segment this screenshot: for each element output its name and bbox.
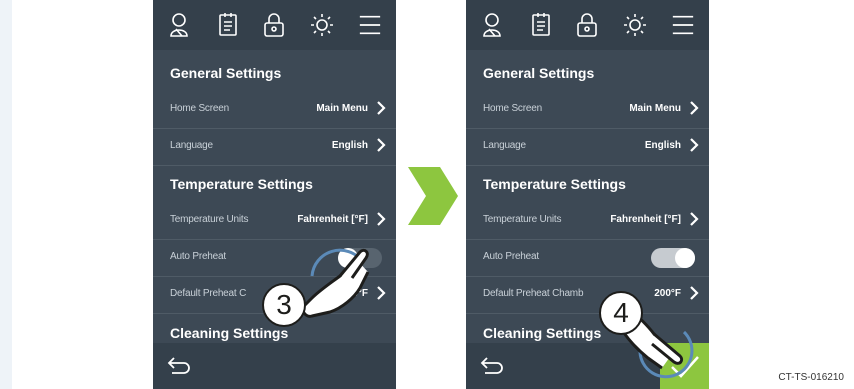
language-label: Language [170,140,213,151]
chef-icon[interactable] [167,12,191,38]
chevron-right-icon [690,101,699,115]
menu-icon[interactable] [358,12,384,38]
recipe-book-icon[interactable] [216,12,240,38]
lock-icon[interactable] [262,12,286,38]
general-settings-heading: General Settings [170,65,282,81]
language-row[interactable]: Language English [153,128,396,166]
toggle-knob [675,248,695,268]
home-screen-value: Main Menu [629,103,681,114]
language-row[interactable]: Language English [466,128,709,166]
chevron-right-icon [377,212,386,226]
auto-preheat-toggle[interactable] [651,248,695,268]
language-value: English [331,140,368,151]
brightness-icon[interactable] [310,12,334,38]
temperature-units-row[interactable]: Temperature Units Fahrenheit [°F] [153,202,396,240]
chef-icon[interactable] [480,12,504,38]
double-chevron-arrow-icon [408,167,458,225]
step-number-badge: 3 [262,283,306,327]
menu-icon[interactable] [671,12,697,38]
temperature-units-label: Temperature Units [483,214,562,225]
back-icon[interactable] [479,355,505,377]
temperature-units-value: Fahrenheit [°F] [610,214,681,225]
lock-icon[interactable] [575,12,599,38]
home-screen-label: Home Screen [483,103,542,114]
left-margin-strip [0,0,12,389]
brightness-icon[interactable] [623,12,647,38]
cleaning-settings-heading: Cleaning Settings [483,325,602,341]
home-screen-row[interactable]: Home Screen Main Menu [153,91,396,129]
recipe-book-icon[interactable] [529,12,553,38]
default-preheat-label: Default Preheat Chamb [483,288,584,299]
temperature-settings-heading: Temperature Settings [170,176,313,192]
bottom-bar [153,343,396,389]
auto-preheat-row: Auto Preheat [466,239,709,277]
temperature-units-label: Temperature Units [170,214,249,225]
top-navigation-bar [466,0,709,50]
auto-preheat-label: Auto Preheat [483,251,539,262]
chevron-right-icon [690,138,699,152]
temperature-units-value: Fahrenheit [°F] [297,214,368,225]
default-preheat-label: Default Preheat C [170,288,247,299]
figure-code: CT-TS-016210 [778,372,844,383]
language-value: English [644,140,681,151]
back-icon[interactable] [166,355,192,377]
general-settings-heading: General Settings [483,65,595,81]
step-number-badge: 4 [599,291,643,335]
language-label: Language [483,140,526,151]
chevron-right-icon [377,101,386,115]
home-screen-row[interactable]: Home Screen Main Menu [466,91,709,129]
top-navigation-bar [153,0,396,50]
home-screen-value: Main Menu [316,103,368,114]
auto-preheat-label: Auto Preheat [170,251,226,262]
chevron-right-icon [377,138,386,152]
temperature-settings-heading: Temperature Settings [483,176,626,192]
cleaning-settings-heading: Cleaning Settings [170,325,289,341]
temperature-units-row[interactable]: Temperature Units Fahrenheit [°F] [466,202,709,240]
home-screen-label: Home Screen [170,103,229,114]
chevron-right-icon [690,212,699,226]
